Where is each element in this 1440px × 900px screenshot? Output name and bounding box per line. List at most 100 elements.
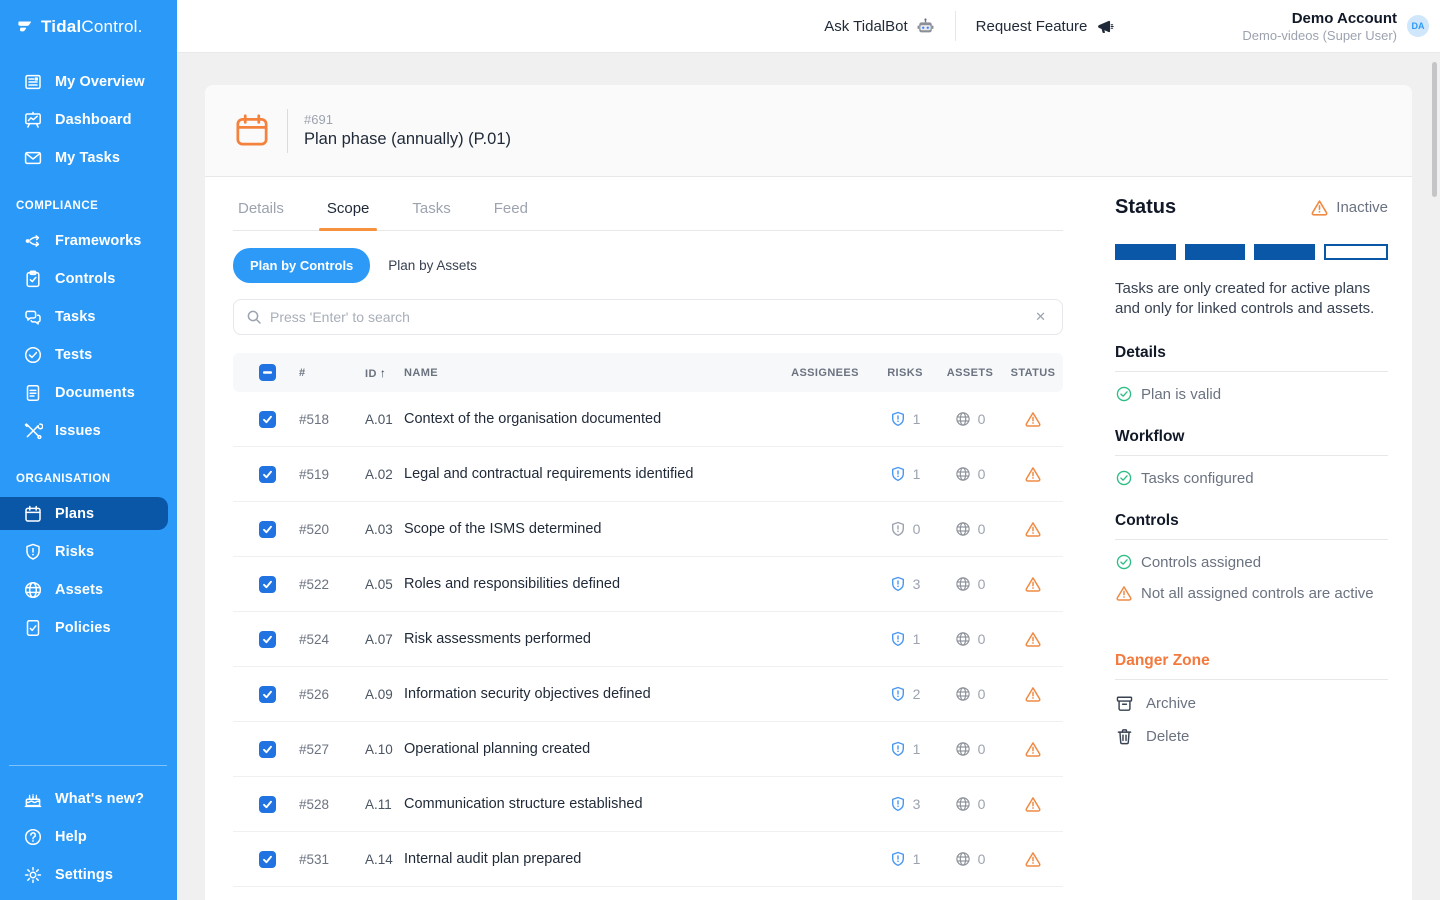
scrollbar-thumb[interactable] [1432, 62, 1437, 197]
sidebar-section-label: ORGANISATION [0, 473, 177, 485]
tab-tasks[interactable]: Tasks [407, 194, 455, 230]
sidebar-item-my-tasks[interactable]: My Tasks [0, 141, 177, 174]
brand-logo[interactable]: TidalControl. [0, 16, 177, 37]
status-item: Not all assigned controls are active [1115, 584, 1388, 602]
sidebar-item-what-s-new[interactable]: What's new? [0, 782, 177, 815]
table-row[interactable]: #522A.05Roles and responsibilities defin… [233, 557, 1063, 612]
sidebar-item-policies[interactable]: Policies [0, 611, 177, 644]
row-assets: 0 [937, 521, 1003, 537]
status-item-text: Tasks configured [1141, 470, 1254, 487]
tab-feed[interactable]: Feed [489, 194, 533, 230]
progress-segment [1115, 244, 1176, 260]
row-checkbox[interactable] [259, 521, 276, 538]
sidebar-item-dashboard[interactable]: Dashboard [0, 103, 177, 136]
column-header-assignees[interactable]: ASSIGNEES [777, 367, 873, 379]
sidebar-item-risks[interactable]: Risks [0, 535, 177, 568]
frameworks-icon [23, 231, 43, 251]
column-header-status[interactable]: STATUS [1003, 367, 1063, 379]
sidebar-item-plans[interactable]: Plans [0, 497, 168, 530]
archive-button[interactable]: Archive [1115, 694, 1388, 713]
sidebar-item-tests[interactable]: Tests [0, 338, 177, 371]
risk-shield-icon [890, 466, 906, 482]
topbar: Ask TidalBot Request Feature Demo Accoun… [177, 0, 1440, 53]
row-checkbox[interactable] [259, 576, 276, 593]
sidebar-item-controls[interactable]: Controls [0, 262, 177, 295]
row-checkbox[interactable] [259, 631, 276, 648]
row-control-id: A.02 [351, 467, 391, 482]
column-header-id[interactable]: ID↑ [351, 366, 391, 380]
sidebar-bottom-nav: What's new? Help Settings [0, 782, 177, 900]
table-row[interactable]: #527A.10Operational planning created10 [233, 722, 1063, 777]
controls-table: #ID↑NAMEASSIGNEESRISKSASSETSSTATUS #518A… [233, 353, 1063, 899]
sidebar-item-my-overview[interactable]: My Overview [0, 65, 177, 98]
avatar[interactable]: DA [1407, 15, 1429, 37]
sidebar-item-label: Frameworks [55, 233, 141, 249]
search-clear-icon[interactable]: ✕ [1031, 307, 1050, 327]
table-row[interactable]: #526A.09Information security objectives … [233, 667, 1063, 722]
row-checkbox[interactable] [259, 686, 276, 703]
row-risks: 1 [873, 411, 937, 427]
table-row[interactable]: #528A.11Communication structure establis… [233, 777, 1063, 832]
progress-segment [1185, 244, 1246, 260]
sidebar-item-label: What's new? [55, 791, 144, 807]
risk-shield-icon [890, 851, 906, 867]
shield-icon [23, 542, 43, 562]
row-risks: 1 [873, 466, 937, 482]
section-title: Workflow [1115, 428, 1388, 456]
account-subtitle: Demo-videos (Super User) [1242, 28, 1397, 43]
row-checkbox[interactable] [259, 466, 276, 483]
account-menu[interactable]: Demo Account Demo-videos (Super User) [1242, 10, 1397, 43]
column-header-assets[interactable]: ASSETS [937, 367, 1003, 379]
tab-scope[interactable]: Scope [322, 194, 375, 230]
table-row[interactable]: #520A.03Scope of the ISMS determined00 [233, 502, 1063, 557]
search-input[interactable] [270, 309, 1031, 325]
plan-by-controls-button[interactable]: Plan by Controls [233, 248, 370, 283]
table-row[interactable]: #524A.07Risk assessments performed10 [233, 612, 1063, 667]
asset-count: 0 [978, 411, 986, 427]
envelope-icon [23, 148, 43, 168]
plan-by-assets-button[interactable]: Plan by Assets [388, 258, 477, 273]
risk-shield-icon [890, 521, 906, 537]
sidebar-item-issues[interactable]: Issues [0, 414, 177, 447]
section-title: Details [1115, 344, 1388, 372]
sidebar-item-label: Settings [55, 867, 113, 883]
sidebar-item-help[interactable]: Help [0, 820, 177, 853]
row-assets: 0 [937, 631, 1003, 647]
table-row[interactable]: #531A.14Internal audit plan prepared10 [233, 832, 1063, 887]
row-assets: 0 [937, 466, 1003, 482]
sidebar-item-settings[interactable]: Settings [0, 858, 177, 891]
row-name: Information security objectives defined [391, 686, 777, 702]
column-header-risks[interactable]: RISKS [873, 367, 937, 379]
column-header-[interactable]: # [285, 367, 351, 379]
status-warning-icon [1024, 465, 1042, 483]
request-feature-button[interactable]: Request Feature [956, 17, 1135, 36]
sidebar-item-frameworks[interactable]: Frameworks [0, 224, 177, 257]
status-panel: Status Inactive Tasks are only created f… [1115, 177, 1388, 746]
row-checkbox[interactable] [259, 411, 276, 428]
row-assets: 0 [937, 741, 1003, 757]
asset-count: 0 [978, 851, 986, 867]
sidebar-item-documents[interactable]: Documents [0, 376, 177, 409]
ask-tidalbot-button[interactable]: Ask TidalBot [804, 17, 954, 36]
sidebar-item-assets[interactable]: Assets [0, 573, 177, 606]
delete-button[interactable]: Delete [1115, 727, 1388, 746]
tab-details[interactable]: Details [233, 194, 289, 230]
asset-globe-icon [955, 741, 971, 757]
row-checkbox[interactable] [259, 741, 276, 758]
table-row[interactable]: #519A.02Legal and contractual requiremen… [233, 447, 1063, 502]
sidebar-item-label: Plans [55, 506, 94, 522]
column-header-name[interactable]: NAME [391, 367, 777, 379]
overview-icon [23, 72, 43, 92]
sidebar-item-label: Tests [55, 347, 92, 363]
row-checkbox[interactable] [259, 796, 276, 813]
sidebar-item-tasks[interactable]: Tasks [0, 300, 177, 333]
sidebar-item-label: My Overview [55, 74, 145, 90]
row-checkbox[interactable] [259, 851, 276, 868]
app-root: TidalControl. My Overview Dashboard My Tas… [0, 0, 1440, 900]
gear-icon [23, 865, 43, 885]
risk-shield-icon [890, 686, 906, 702]
table-row[interactable]: #518A.01Context of the organisation docu… [233, 392, 1063, 447]
trash-icon [1115, 727, 1134, 746]
select-all-checkbox[interactable] [259, 364, 276, 381]
check-circle-icon [23, 345, 43, 365]
